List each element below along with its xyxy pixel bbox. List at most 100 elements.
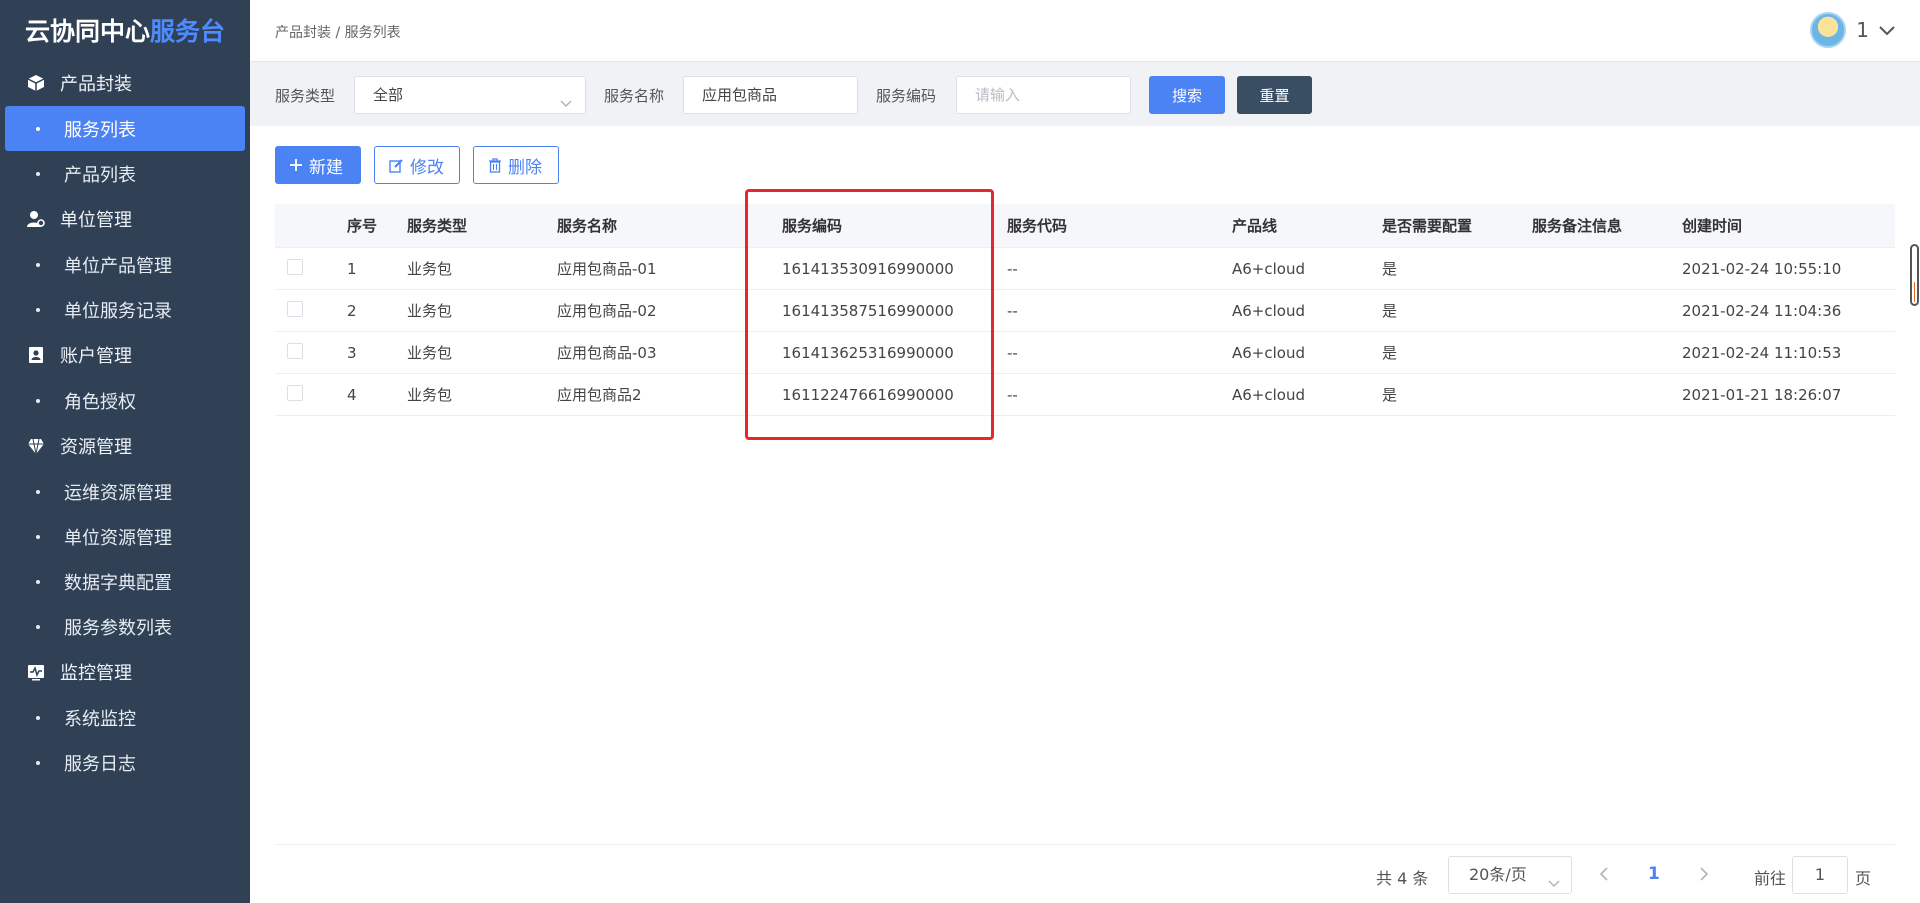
row-service-id: -- — [1007, 385, 1018, 404]
highlight-box — [745, 189, 994, 440]
sidebar-group-account-management[interactable]: 账户管理 — [0, 332, 250, 378]
table-row[interactable]: 3 业务包 应用包商品-03 161413625316990000 -- A6+… — [275, 332, 1895, 374]
bullet-icon — [36, 307, 40, 312]
sidebar-group-product-package[interactable]: 产品封装 — [0, 60, 250, 106]
row-checkbox[interactable] — [287, 258, 303, 275]
table-row[interactable]: 1 业务包 应用包商品-01 161413530916990000 -- A6+… — [275, 248, 1895, 290]
sidebar-group-monitoring[interactable]: 监控管理 — [0, 649, 250, 695]
row-service-id: -- — [1007, 343, 1018, 362]
current-page[interactable]: 1 — [1648, 864, 1660, 884]
delete-button-label: 删除 — [508, 157, 542, 178]
sidebar-item-label: 系统监控 — [64, 708, 136, 730]
row-product-line: A6+cloud — [1232, 259, 1305, 278]
page-size-value: 20条/页 — [1469, 865, 1527, 884]
diamond-icon — [26, 436, 46, 456]
new-button[interactable]: 新建 — [275, 146, 361, 184]
sidebar-item-label: 单位产品管理 — [64, 255, 172, 277]
table-bottom-divider — [275, 844, 1895, 845]
row-service-type: 业务包 — [407, 344, 453, 362]
id-badge-icon — [26, 345, 46, 365]
table-row[interactable]: 2 业务包 应用包商品-02 161413587516990000 -- A6+… — [275, 290, 1895, 332]
row-service-type: 业务包 — [407, 386, 453, 404]
row-product-line: A6+cloud — [1232, 385, 1305, 404]
service-name-label: 服务名称 — [604, 87, 665, 105]
sidebar-item-unit-resources[interactable]: 单位资源管理 — [5, 514, 245, 559]
row-checkbox[interactable] — [287, 384, 303, 401]
scrollbar-thumb[interactable] — [1914, 282, 1915, 302]
delete-button[interactable]: 删除 — [473, 146, 559, 184]
table-header: 序号 服务类型 服务名称 服务编码 服务代码 产品线 是否需要配置 服务备注信息… — [275, 204, 1895, 248]
row-index: 3 — [347, 343, 357, 362]
bullet-icon — [36, 760, 40, 765]
service-table: 序号 服务类型 服务名称 服务编码 服务代码 产品线 是否需要配置 服务备注信息… — [275, 204, 1895, 416]
edit-button[interactable]: 修改 — [374, 146, 460, 184]
sidebar-item-service-log[interactable]: 服务日志 — [5, 740, 245, 785]
bullet-icon — [36, 489, 40, 494]
row-index: 1 — [347, 259, 357, 278]
breadcrumb: 产品封装 / 服务列表 — [275, 25, 401, 41]
reset-button[interactable]: 重置 — [1237, 76, 1312, 114]
brand-name: 云协同中心 — [24, 17, 150, 46]
top-header: 产品封装 / 服务列表 1 — [250, 0, 1920, 62]
brand-suffix: 服务台 — [150, 17, 226, 46]
sidebar-item-label: 单位服务记录 — [64, 300, 172, 322]
monitor-pulse-icon — [26, 662, 46, 682]
row-needs-config: 是 — [1382, 302, 1398, 320]
app-logo: 云协同中心 服务台 — [0, 0, 250, 60]
search-button[interactable]: 搜索 — [1149, 76, 1225, 114]
sidebar-item-role-authorization[interactable]: 角色授权 — [5, 378, 245, 423]
sidebar-group-unit-management[interactable]: 单位管理 — [0, 196, 250, 242]
chevron-down-icon — [1547, 867, 1561, 903]
vertical-scrollbar[interactable] — [1910, 244, 1919, 306]
row-created-at: 2021-02-24 11:10:53 — [1682, 343, 1842, 362]
edit-icon — [389, 158, 404, 173]
sidebar-item-service-list[interactable]: 服务列表 — [5, 106, 245, 151]
sidebar: 云协同中心 服务台 产品封装 服务列表 产品列表 单位管理 单位产品管理 单位服务… — [0, 0, 250, 903]
sidebar-item-ops-resources[interactable]: 运维资源管理 — [5, 469, 245, 514]
sidebar-group-resource-management[interactable]: 资源管理 — [0, 423, 250, 469]
row-needs-config: 是 — [1382, 344, 1398, 362]
plus-icon — [289, 158, 303, 172]
avatar[interactable] — [1810, 12, 1847, 48]
row-checkbox[interactable] — [287, 300, 303, 317]
table-row[interactable]: 4 业务包 应用包商品2 161122476616990000 -- A6+cl… — [275, 374, 1895, 416]
column-header: 序号 — [347, 217, 378, 235]
sidebar-item-label: 服务参数列表 — [64, 617, 172, 639]
user-menu[interactable]: 1 — [1810, 12, 1895, 48]
sidebar-item-label: 角色授权 — [64, 391, 136, 413]
bullet-icon — [36, 126, 40, 131]
user-name: 1 — [1856, 18, 1869, 42]
sidebar-item-system-monitor[interactable]: 系统监控 — [5, 695, 245, 740]
row-created-at: 2021-02-24 10:55:10 — [1682, 259, 1842, 278]
sidebar-item-label: 运维资源管理 — [64, 482, 172, 504]
service-name-input[interactable]: 应用包商品 — [683, 76, 858, 114]
bullet-icon — [36, 579, 40, 584]
sidebar-item-unit-service-records[interactable]: 单位服务记录 — [5, 287, 245, 332]
bullet-icon — [36, 624, 40, 629]
bullet-icon — [36, 715, 40, 720]
service-code-input[interactable]: 请输入 — [956, 76, 1131, 114]
goto-page-input[interactable]: 1 — [1792, 856, 1848, 894]
service-type-value: 全部 — [373, 86, 404, 104]
sidebar-item-unit-products[interactable]: 单位产品管理 — [5, 242, 245, 287]
row-service-type: 业务包 — [407, 302, 453, 320]
prev-page-icon[interactable] — [1598, 866, 1610, 885]
row-created-at: 2021-01-21 18:26:07 — [1682, 385, 1842, 404]
column-header: 服务代码 — [1007, 217, 1068, 235]
chevron-down-icon[interactable] — [1879, 21, 1895, 40]
page-size-select[interactable]: 20条/页 — [1448, 856, 1572, 894]
row-created-at: 2021-02-24 11:04:36 — [1682, 301, 1842, 320]
pagination-total: 共 4 条 — [1376, 869, 1429, 888]
service-type-select[interactable]: 全部 — [354, 76, 586, 114]
sidebar-group-label: 账户管理 — [60, 346, 132, 367]
sidebar-group-label: 资源管理 — [60, 437, 132, 458]
sidebar-item-service-params[interactable]: 服务参数列表 — [5, 604, 245, 649]
row-checkbox[interactable] — [287, 342, 303, 359]
sidebar-item-data-dictionary[interactable]: 数据字典配置 — [5, 559, 245, 604]
next-page-icon[interactable] — [1698, 866, 1710, 885]
filter-bar: 服务类型 全部 服务名称 应用包商品 服务编码 请输入 搜索 重置 — [250, 62, 1920, 126]
edit-button-label: 修改 — [410, 157, 444, 178]
sidebar-item-product-list[interactable]: 产品列表 — [5, 151, 245, 196]
sidebar-item-label: 服务日志 — [64, 753, 136, 775]
column-header: 服务类型 — [407, 217, 468, 235]
